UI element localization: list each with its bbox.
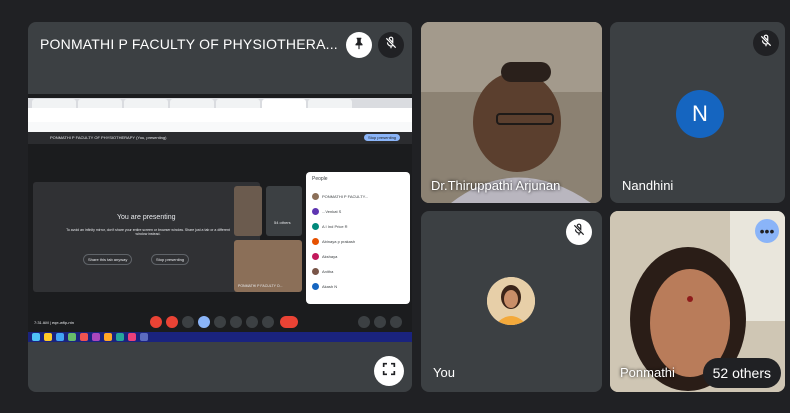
people-row: PONMATHI P FACULTY... xyxy=(312,192,404,202)
participant-name: Nandhini xyxy=(622,178,674,193)
others-button[interactable]: 52 others xyxy=(702,358,781,388)
os-taskbar xyxy=(28,332,412,342)
others-count: 52 others xyxy=(712,365,771,381)
mute-indicator xyxy=(753,30,779,56)
pin-button[interactable] xyxy=(346,32,372,58)
avatar xyxy=(487,277,535,325)
mic-off-icon xyxy=(759,34,773,53)
inner-video-tile xyxy=(234,186,262,236)
participant-name: Dr.Thiruppathi Arjunan xyxy=(431,178,561,193)
inner-others-tile: 54 others xyxy=(266,186,302,236)
inner-presenting-box: You are presenting To avoid an infinity … xyxy=(33,182,260,292)
pin-icon xyxy=(352,36,366,55)
participant-tile[interactable]: ••• Ponmathi 52 others xyxy=(610,211,785,392)
participant-name: Ponmathi xyxy=(620,365,675,380)
shared-screen: PONMATHI P FACULTY OF PHYSIOTHERAPY (You… xyxy=(28,94,412,342)
people-row: Akshaya xyxy=(312,252,404,262)
presentation-title: PONMATHI P FACULTY OF PHYSIOTHERA... xyxy=(40,36,338,52)
inner-meet-title: PONMATHI P FACULTY OF PHYSIOTHERAPY (You… xyxy=(50,135,167,140)
participant-tile[interactable]: N Nandhini xyxy=(610,22,785,203)
fullscreen-icon xyxy=(381,361,397,382)
inner-presenting-subtext: To avoid an infinity mirror, don't share… xyxy=(66,228,230,236)
people-row: Anitha xyxy=(312,267,404,277)
participant-tile[interactable]: You xyxy=(421,211,602,392)
inner-presenting-heading: You are presenting xyxy=(117,214,176,221)
fullscreen-button[interactable] xyxy=(374,356,404,386)
inner-stop: Stop presenting xyxy=(151,254,190,265)
inner-stop-presenting: Stop presenting xyxy=(364,134,401,141)
mute-indicator xyxy=(566,219,592,245)
presentation-tile[interactable]: PONMATHI P FACULTY OF PHYSIOTHERA... PON… xyxy=(28,22,412,392)
inner-share-tab: Share this tab anyway xyxy=(83,254,133,265)
browser-address-bar xyxy=(28,108,412,122)
mic-off-icon xyxy=(384,36,398,55)
mic-off-icon xyxy=(572,223,586,242)
participant-video xyxy=(421,22,602,203)
inner-presenter-tile: PONMATHI P FACULTY O... xyxy=(234,240,302,292)
people-row: ...Venkat S xyxy=(312,207,404,217)
people-panel-title: People xyxy=(312,176,328,182)
browser-tab-strip xyxy=(28,98,412,108)
people-panel: People PONMATHI P FACULTY... ...Venkat S… xyxy=(306,172,410,304)
inner-tile-name: PONMATHI P FACULTY O... xyxy=(238,284,283,288)
participant-name: You xyxy=(433,365,455,380)
avatar: N xyxy=(676,90,724,138)
inner-clock: 7:31 AM | eqe-wfip-ntn xyxy=(34,320,74,325)
inner-meet-bar: PONMATHI P FACULTY OF PHYSIOTHERAPY (You… xyxy=(28,132,412,144)
inner-others-label: 54 others xyxy=(274,220,291,225)
more-horiz-icon: ••• xyxy=(759,223,775,239)
mute-button[interactable] xyxy=(378,32,404,58)
inner-call-controls: 7:31 AM | eqe-wfip-ntn xyxy=(28,316,412,330)
participant-tile[interactable]: Dr.Thiruppathi Arjunan xyxy=(421,22,602,203)
browser-bookmarks-bar xyxy=(28,122,412,132)
people-row: Abinaya p prakash xyxy=(312,237,404,247)
people-row: Akash N xyxy=(312,282,404,292)
people-row: A I Ind Price R xyxy=(312,222,404,232)
more-options-button[interactable]: ••• xyxy=(755,219,779,243)
